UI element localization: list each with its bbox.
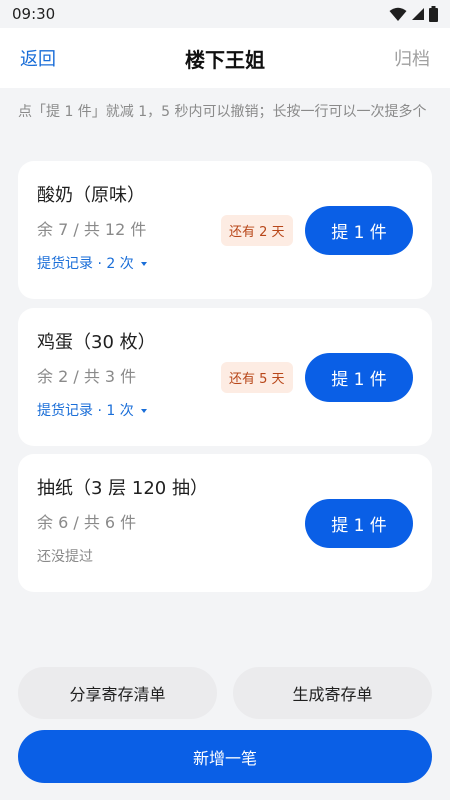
add-entry-button[interactable]: 新增一笔: [18, 730, 432, 783]
item-count: 余 7 / 共 12 件: [37, 220, 147, 239]
signal-icon: [412, 8, 424, 20]
dropdown-triangle-icon: [141, 262, 148, 266]
pick-one-button[interactable]: 提 1 件: [305, 206, 413, 255]
item-name: 抽纸（3 层 120 抽）: [37, 478, 208, 499]
days-left-badge: 还有 2 天: [221, 215, 293, 246]
history-link[interactable]: 提货记录 · 2 次: [37, 253, 148, 273]
item-name: 鸡蛋（30 枚）: [37, 332, 156, 353]
item-count: 余 2 / 共 3 件: [37, 367, 137, 386]
item-card[interactable]: 抽纸（3 层 120 抽） 余 6 / 共 6 件 还没提过 提 1 件: [18, 454, 432, 592]
usage-hint: 点「提 1 件」就减 1，5 秒内可以撤销；长按一行可以一次提多个: [18, 104, 427, 120]
history-status: 还没提过: [37, 549, 93, 565]
item-count: 余 6 / 共 6 件: [37, 513, 137, 532]
archive-button[interactable]: 归档: [394, 45, 430, 71]
days-left-badge: 还有 5 天: [221, 362, 293, 393]
item-card[interactable]: 酸奶（原味） 余 7 / 共 12 件 提货记录 · 2 次 还有 2 天 提 …: [18, 161, 432, 299]
status-bar: 09:30: [0, 0, 450, 28]
pick-one-button[interactable]: 提 1 件: [305, 353, 413, 402]
back-button[interactable]: 返回: [20, 45, 56, 71]
history-label: 提货记录 · 2 次: [37, 256, 134, 272]
item-card[interactable]: 鸡蛋（30 枚） 余 2 / 共 3 件 提货记录 · 1 次 还有 5 天 提…: [18, 308, 432, 446]
dropdown-triangle-icon: [141, 409, 148, 413]
status-time: 09:30: [12, 5, 56, 23]
share-list-button[interactable]: 分享寄存清单: [18, 667, 217, 719]
history-label: 提货记录 · 1 次: [37, 403, 134, 419]
status-icons: [389, 6, 438, 22]
wifi-icon: [389, 7, 407, 21]
battery-icon: [429, 6, 438, 22]
history-link[interactable]: 提货记录 · 1 次: [37, 400, 148, 420]
pick-one-button[interactable]: 提 1 件: [305, 499, 413, 548]
item-name: 酸奶（原味）: [37, 185, 145, 206]
generate-slip-button[interactable]: 生成寄存单: [233, 667, 432, 719]
app-bar: 返回 楼下王姐 归档: [0, 28, 450, 88]
page-title: 楼下王姐: [185, 47, 265, 72]
